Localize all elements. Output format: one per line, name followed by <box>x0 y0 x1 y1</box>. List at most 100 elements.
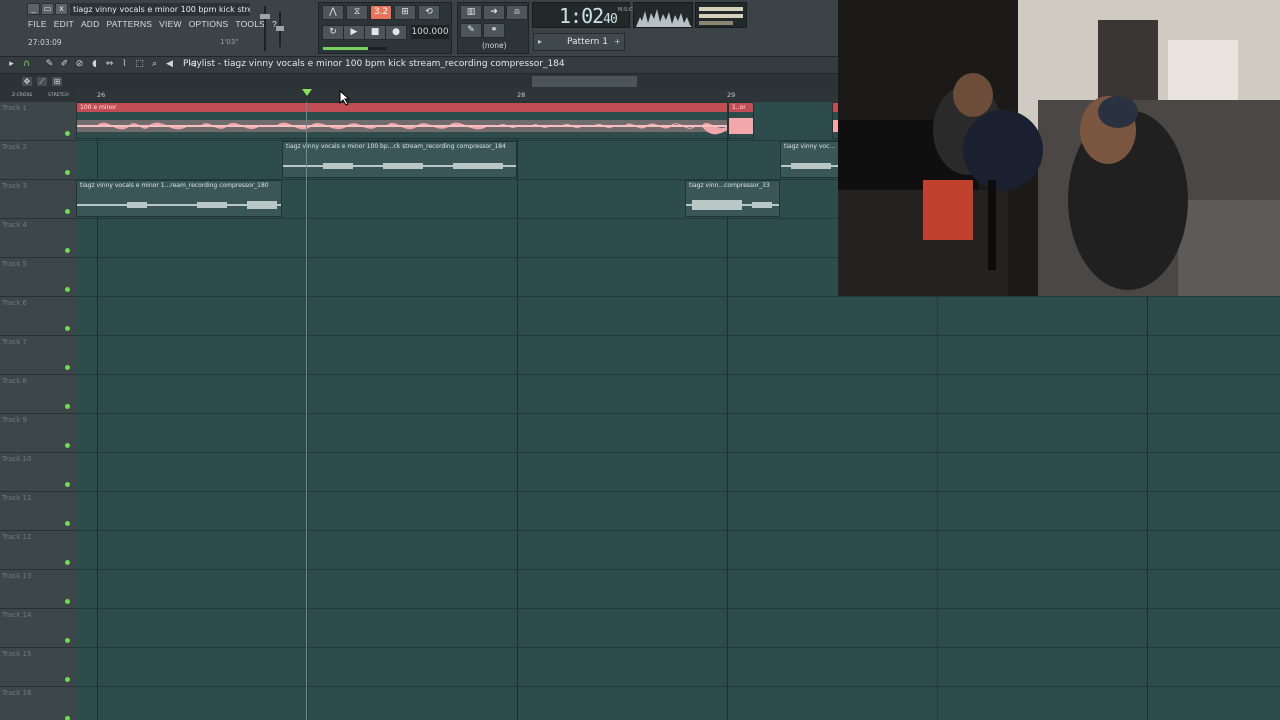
track-header[interactable]: Track 6 <box>0 297 76 336</box>
track-mute-led[interactable] <box>65 482 70 487</box>
time-main: 1:02 <box>559 4 604 28</box>
mouse-cursor <box>339 90 351 106</box>
countdown-button[interactable]: 3.2 <box>370 5 392 20</box>
add-pattern-icon[interactable]: + <box>614 37 621 46</box>
audio-clip[interactable]: tiagz vinn...compressor_33 <box>685 180 780 217</box>
menu-arrow-icon[interactable]: ▸ <box>6 59 17 70</box>
menu-view[interactable]: VIEW <box>159 19 182 29</box>
song-position-marker[interactable] <box>302 89 312 96</box>
link-icon[interactable]: ⚭ <box>483 23 505 38</box>
track-mute-led[interactable] <box>65 716 70 720</box>
horizontal-scrollbar[interactable] <box>532 76 637 87</box>
track-header[interactable]: Track 7 <box>0 336 76 375</box>
track-mute-led[interactable] <box>65 599 70 604</box>
track-header[interactable]: Track 13 <box>0 570 76 609</box>
track-header[interactable]: Track 10 <box>0 453 76 492</box>
track-header[interactable]: Track 8 <box>0 375 76 414</box>
track-header[interactable]: Track 15 <box>0 648 76 687</box>
audio-clip[interactable]: tiagz vinny voc... <box>780 141 840 178</box>
grid-icon[interactable]: ⊞ <box>52 77 62 86</box>
track-name: Track 3 <box>2 182 27 190</box>
stretch-label[interactable]: STRETCH <box>48 93 69 98</box>
audio-clip[interactable]: 100 e minor <box>76 102 728 139</box>
timeline-ruler[interactable]: 26 28 29 <box>76 90 838 102</box>
audio-clip[interactable]: tiagz vinny vocals e minor 100 bp...ck s… <box>282 141 517 178</box>
menu-file[interactable]: FILE <box>28 19 47 29</box>
delete-icon[interactable]: ⊘ <box>74 59 85 70</box>
pattern-selector[interactable]: (none) <box>482 41 507 50</box>
fl-studio-window: _ ▭ x tiagz vinny vocals e minor 100 bpm… <box>0 0 1280 720</box>
top-toolbar: _ ▭ x tiagz vinny vocals e minor 100 bpm… <box>0 0 838 57</box>
pencil-icon[interactable]: ✎ <box>44 59 55 70</box>
menu-options[interactable]: OPTIONS <box>189 19 229 29</box>
arrow-right-icon[interactable]: ➜ <box>483 5 505 20</box>
wait-input-icon[interactable]: ⧖ <box>346 5 368 20</box>
track-mute-led[interactable] <box>65 365 70 370</box>
audio-clip[interactable]: 1..or <box>728 102 754 139</box>
brush-icon[interactable]: ✐ <box>59 59 70 70</box>
tempo-display[interactable]: 100.000 <box>411 25 449 39</box>
bell-icon[interactable]: ⍝ <box>506 5 528 20</box>
track-mute-led[interactable] <box>65 209 70 214</box>
master-pitch-slider[interactable] <box>276 12 284 47</box>
menu-edit[interactable]: EDIT <box>54 19 74 29</box>
track-mute-led[interactable] <box>65 638 70 643</box>
zoom-icon[interactable]: ⌕ <box>149 59 160 70</box>
track-mute-led[interactable] <box>65 131 70 136</box>
track-mute-led[interactable] <box>65 287 70 292</box>
track-mute-led[interactable] <box>65 560 70 565</box>
magnet-icon[interactable]: ∩ <box>21 59 32 70</box>
slice-icon[interactable]: ⌇ <box>119 59 130 70</box>
step-edit-icon[interactable]: ⊞ <box>394 5 416 20</box>
playlist-overview: ✥ ⟋ ⊞ <box>0 74 838 90</box>
track-header[interactable]: Track 16 <box>0 687 76 720</box>
track-header[interactable]: Track 5 <box>0 258 76 297</box>
metronome-icon[interactable]: ⋀ <box>322 5 344 20</box>
track-name: Track 12 <box>2 533 32 541</box>
main-swing-bar[interactable] <box>323 47 387 50</box>
track-header[interactable]: Track 14 <box>0 609 76 648</box>
track-header[interactable]: Track 4 <box>0 219 76 258</box>
track-mute-led[interactable] <box>65 248 70 253</box>
track-mute-led[interactable] <box>65 443 70 448</box>
loop-icon[interactable]: ↻ <box>322 25 344 40</box>
clip-name: 1..or <box>729 103 753 112</box>
select-icon[interactable]: ⬚ <box>134 59 145 70</box>
playhead[interactable] <box>306 102 307 720</box>
audio-clip[interactable]: tiagz vinny vocals e minor 1...ream_reco… <box>76 180 282 217</box>
track-mute-led[interactable] <box>65 521 70 526</box>
piano-icon[interactable]: ▥ <box>460 5 482 20</box>
pattern-selector-box[interactable]: ▸ Pattern 1 + <box>533 33 625 51</box>
slip-icon[interactable]: ⇔ <box>104 59 115 70</box>
track-header[interactable]: Track 9 <box>0 414 76 453</box>
track-header[interactable]: Track 11 <box>0 492 76 531</box>
track-name: Track 13 <box>2 572 32 580</box>
minimize-button[interactable]: _ <box>27 3 40 15</box>
main-menu: FILE EDIT ADD PATTERNS VIEW OPTIONS TOOL… <box>28 19 277 29</box>
track-mute-led[interactable] <box>65 326 70 331</box>
cross-icon[interactable]: ⟋ <box>37 77 47 86</box>
track-mute-led[interactable] <box>65 404 70 409</box>
track-mute-led[interactable] <box>65 170 70 175</box>
close-button[interactable]: x <box>55 3 68 15</box>
play-icon[interactable]: ▶ <box>343 25 365 40</box>
pencil-icon[interactable]: ✎ <box>460 23 482 38</box>
track-header[interactable]: Track 2 <box>0 141 76 180</box>
track-mute-led[interactable] <box>65 677 70 682</box>
song-time-display[interactable]: 1:0240 M:S:CS <box>532 2 636 28</box>
loop-record-icon[interactable]: ⟲ <box>418 5 440 20</box>
restore-button[interactable]: ▭ <box>41 3 54 15</box>
menu-add[interactable]: ADD <box>81 19 100 29</box>
track-header[interactable]: Track 1 <box>0 102 76 141</box>
menu-patterns[interactable]: PATTERNS <box>106 19 152 29</box>
add-icon[interactable]: ✥ <box>22 77 32 86</box>
mute-icon[interactable]: ◖ <box>89 59 100 70</box>
master-volume-slider[interactable] <box>260 6 270 51</box>
playback-icon[interactable]: ◀ <box>164 59 175 70</box>
record-icon[interactable]: ● <box>385 25 407 40</box>
stop-icon[interactable]: ■ <box>364 25 386 40</box>
crossfade-label[interactable]: Z-CROSS <box>12 93 32 98</box>
track-header[interactable]: Track 3 <box>0 180 76 219</box>
play-icon[interactable]: ▸ <box>538 37 542 46</box>
track-header[interactable]: Track 12 <box>0 531 76 570</box>
